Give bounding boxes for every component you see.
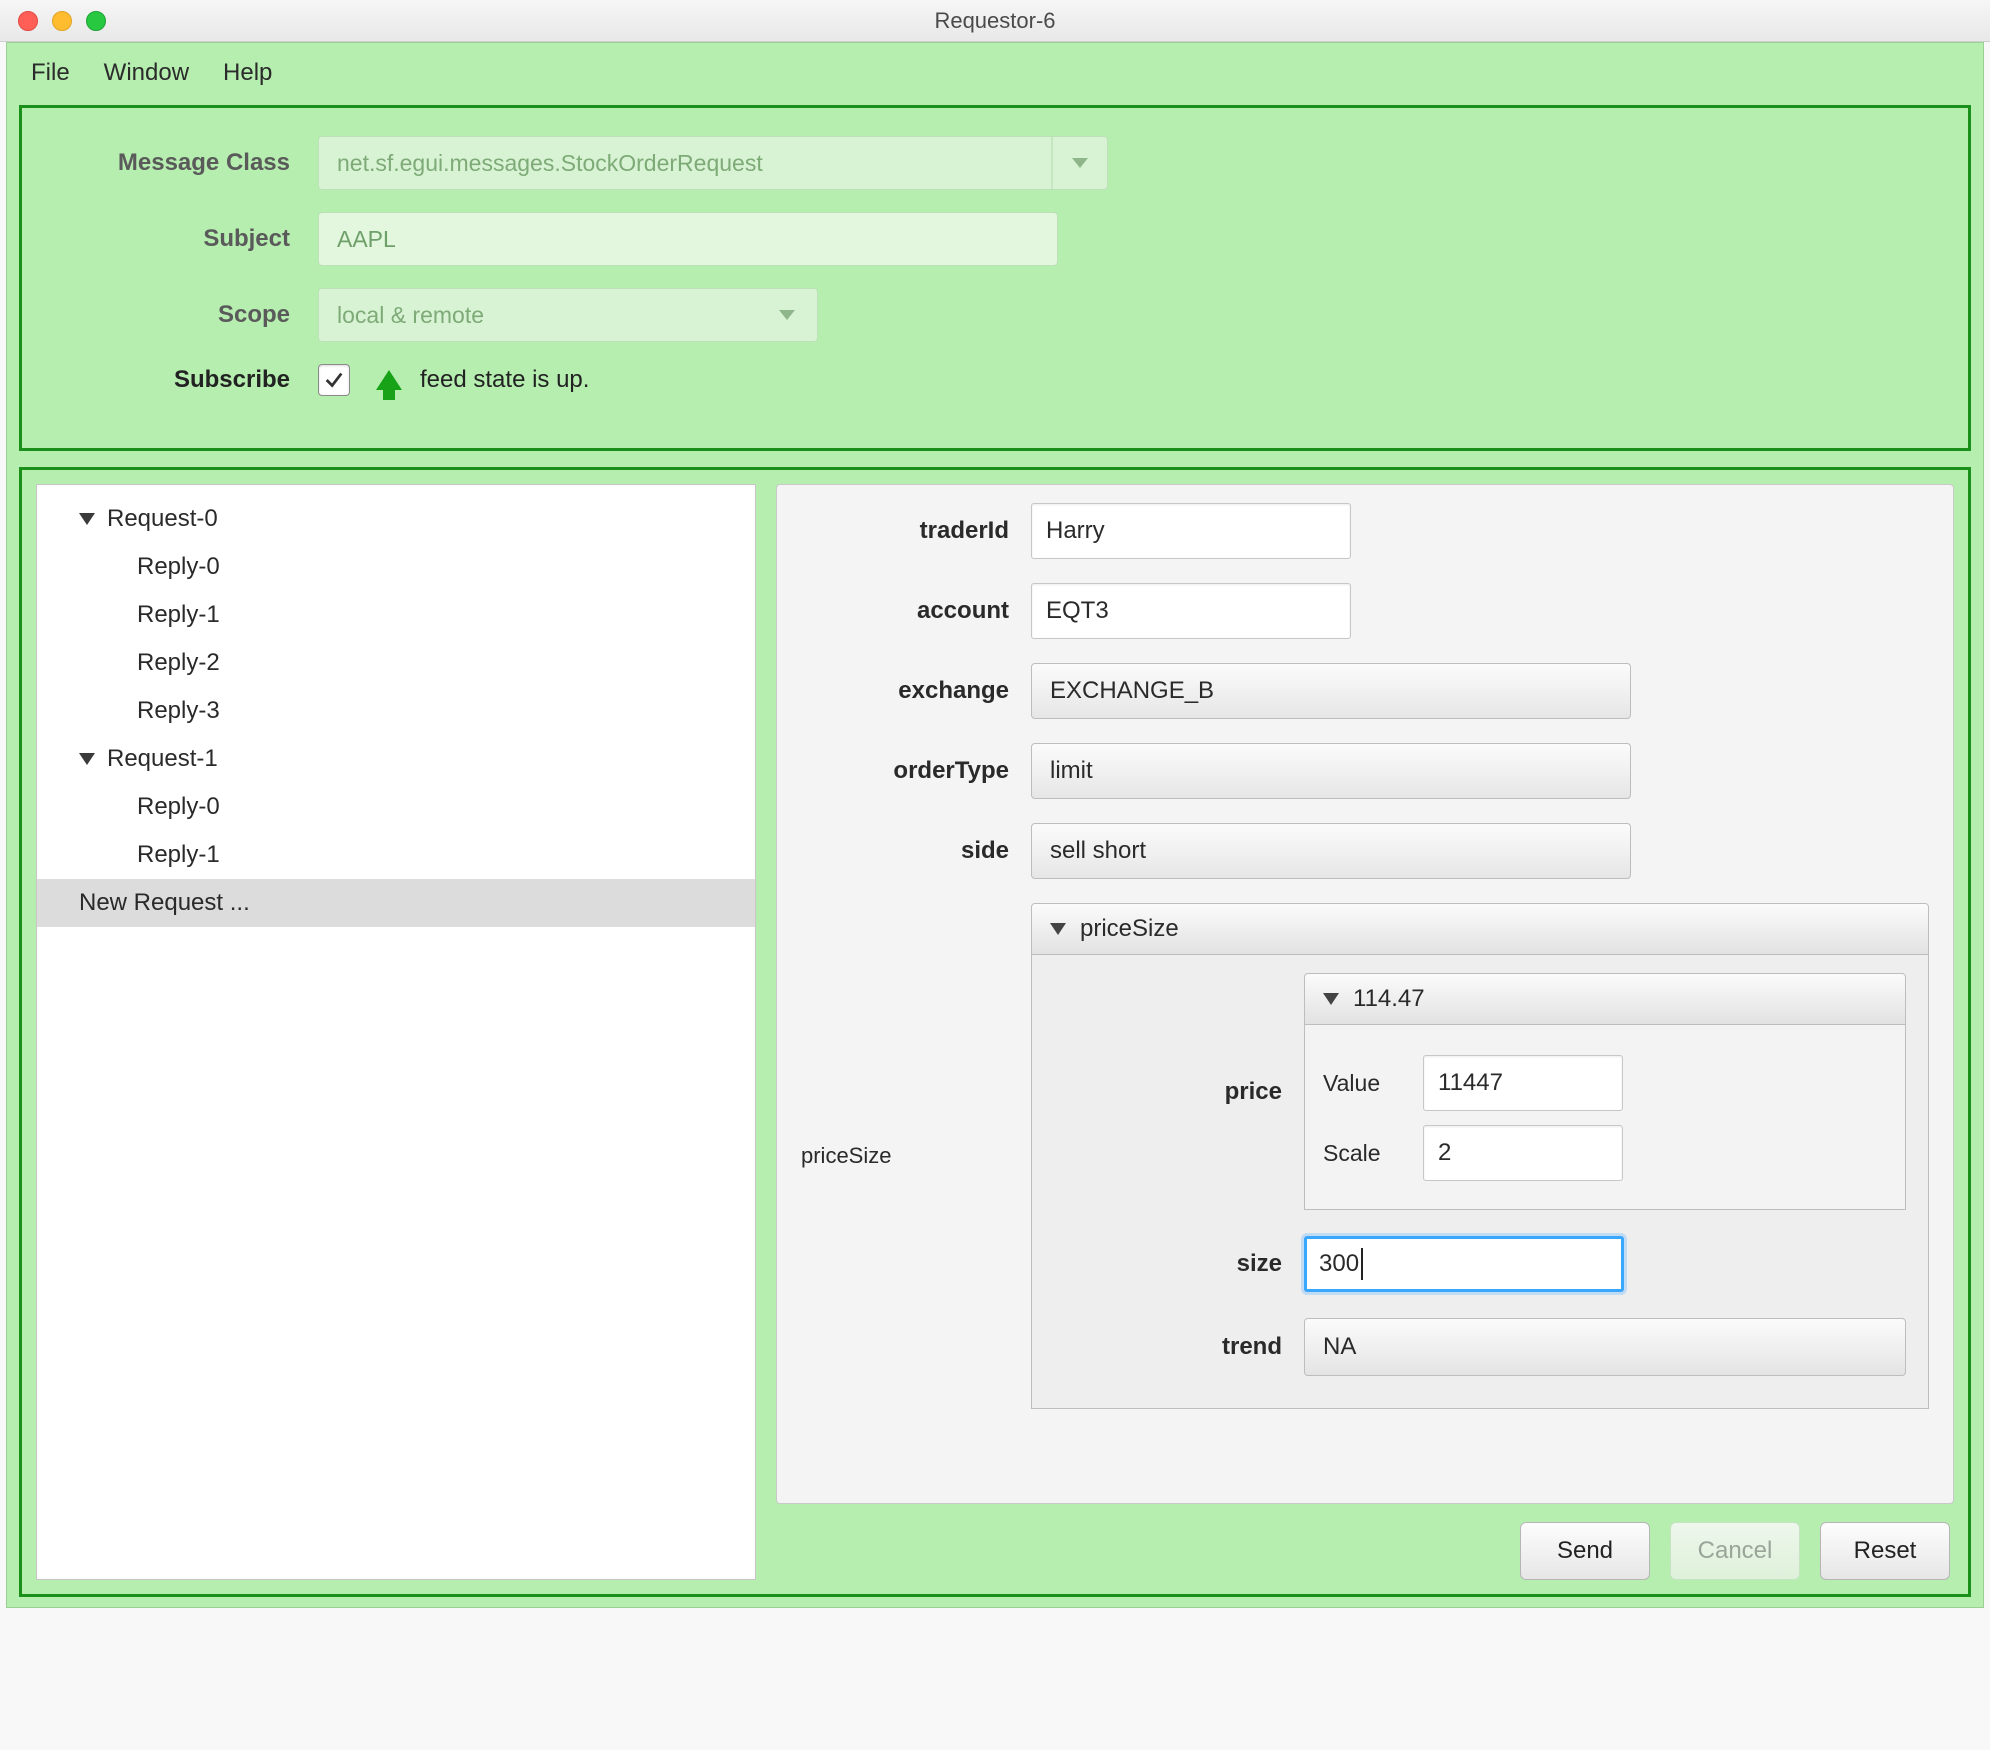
- tree-item-label: Request-1: [107, 745, 218, 773]
- tree-item-reply[interactable]: Reply-2: [37, 639, 755, 687]
- button-bar: Send Cancel Reset: [776, 1504, 1954, 1580]
- subscribe-label: Subscribe: [56, 366, 318, 394]
- tree-item-reply[interactable]: Reply-0: [37, 783, 755, 831]
- side-select[interactable]: sell short: [1031, 823, 1631, 879]
- tree-item-request[interactable]: Request-1: [37, 735, 755, 783]
- trend-select[interactable]: NA: [1304, 1318, 1906, 1376]
- menubar: File Window Help: [7, 43, 1983, 105]
- cancel-button[interactable]: Cancel: [1670, 1522, 1800, 1580]
- subject-value: AAPL: [337, 226, 396, 253]
- tree-item-new-request[interactable]: New Request ...: [37, 879, 755, 927]
- side-label: side: [801, 837, 1031, 865]
- pricesize-label: priceSize: [801, 1143, 1031, 1169]
- text-caret: [1361, 1248, 1363, 1280]
- tree-item-label: Reply-3: [137, 697, 220, 725]
- tree-item-label: New Request ...: [79, 889, 250, 917]
- price-group-body: Value 11447 Scale: [1304, 1025, 1906, 1210]
- tree-item-request[interactable]: Request-0: [37, 495, 755, 543]
- menu-window[interactable]: Window: [104, 59, 189, 87]
- size-label: size: [1054, 1250, 1304, 1278]
- order-form: traderId Harry account EQT3 exchange: [776, 484, 1954, 1504]
- price-scale-label: Scale: [1323, 1140, 1423, 1167]
- message-class-combo[interactable]: net.sf.egui.messages.StockOrderRequest: [318, 136, 1108, 190]
- price-value-label: Value: [1323, 1070, 1423, 1097]
- titlebar: Requestor-6: [0, 0, 1990, 42]
- price-value-input[interactable]: 11447: [1423, 1055, 1623, 1111]
- disclosure-triangle-icon: [1050, 923, 1066, 935]
- tree-item-label: Reply-1: [137, 841, 220, 869]
- traderid-label: traderId: [801, 517, 1031, 545]
- price-label: price: [1054, 1078, 1304, 1106]
- tree-item-label: Request-0: [107, 505, 218, 533]
- pricesize-group-body: price 114.47 Value: [1031, 955, 1929, 1409]
- ordertype-label: orderType: [801, 757, 1031, 785]
- price-scale-input[interactable]: 2: [1423, 1125, 1623, 1181]
- send-button[interactable]: Send: [1520, 1522, 1650, 1580]
- reset-button[interactable]: Reset: [1820, 1522, 1950, 1580]
- disclosure-triangle-icon: [1323, 993, 1339, 1005]
- content-panel: Request-0 Reply-0 Reply-1 Reply-2 Reply-3 Req…: [19, 467, 1971, 1597]
- account-label: account: [801, 597, 1031, 625]
- exchange-select[interactable]: EXCHANGE_B: [1031, 663, 1631, 719]
- size-input[interactable]: 300: [1304, 1236, 1624, 1292]
- window-title: Requestor-6: [0, 8, 1990, 34]
- subscribe-checkbox[interactable]: [318, 364, 350, 396]
- tree-item-reply[interactable]: Reply-1: [37, 831, 755, 879]
- feed-state-text: feed state is up.: [420, 366, 589, 394]
- subject-input[interactable]: AAPL: [318, 212, 1058, 266]
- disclosure-triangle-icon: [79, 513, 95, 525]
- tree-item-label: Reply-1: [137, 601, 220, 629]
- message-class-value: net.sf.egui.messages.StockOrderRequest: [337, 150, 763, 177]
- pricesize-group-header[interactable]: priceSize: [1031, 903, 1929, 955]
- message-class-label: Message Class: [56, 149, 318, 177]
- account-input[interactable]: EQT3: [1031, 583, 1351, 639]
- chevron-down-icon: [779, 310, 795, 320]
- scope-select[interactable]: local & remote: [318, 288, 818, 342]
- trend-label: trend: [1054, 1333, 1304, 1361]
- feed-up-icon: [376, 370, 402, 390]
- subject-label: Subject: [56, 225, 318, 253]
- chevron-down-icon: [1051, 137, 1107, 189]
- request-tree[interactable]: Request-0 Reply-0 Reply-1 Reply-2 Reply-3 Req…: [36, 484, 756, 1580]
- connection-panel: Message Class net.sf.egui.messages.Stock…: [19, 105, 1971, 451]
- exchange-label: exchange: [801, 677, 1031, 705]
- traderid-input[interactable]: Harry: [1031, 503, 1351, 559]
- menu-file[interactable]: File: [31, 59, 70, 87]
- menu-help[interactable]: Help: [223, 59, 272, 87]
- ordertype-select[interactable]: limit: [1031, 743, 1631, 799]
- tree-item-label: Reply-0: [137, 793, 220, 821]
- tree-item-reply[interactable]: Reply-1: [37, 591, 755, 639]
- check-icon: [323, 369, 345, 391]
- tree-item-label: Reply-0: [137, 553, 220, 581]
- tree-item-label: Reply-2: [137, 649, 220, 677]
- disclosure-triangle-icon: [79, 753, 95, 765]
- tree-item-reply[interactable]: Reply-3: [37, 687, 755, 735]
- tree-item-reply[interactable]: Reply-0: [37, 543, 755, 591]
- scope-value: local & remote: [337, 302, 484, 329]
- price-group-header[interactable]: 114.47: [1304, 973, 1906, 1025]
- scope-label: Scope: [56, 301, 318, 329]
